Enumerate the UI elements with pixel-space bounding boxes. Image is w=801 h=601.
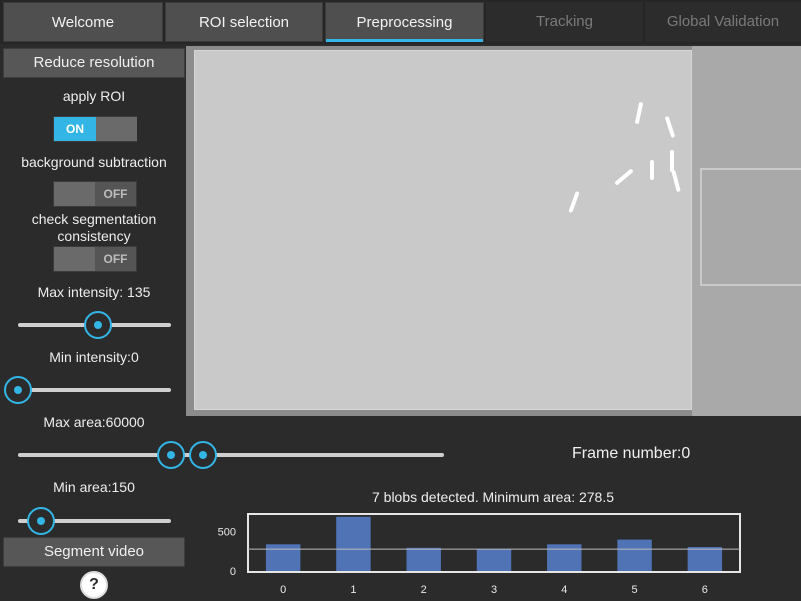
tab-welcome[interactable]: Welcome: [3, 2, 163, 42]
max-intensity-label: Max intensity: 135: [37, 284, 151, 300]
min-intensity-slider-thumb[interactable]: [4, 376, 32, 404]
fish-blob: [650, 160, 654, 180]
y-tick-label: 500: [218, 527, 236, 539]
toggle-on-text: ON: [54, 117, 96, 141]
apply-roi-label: apply ROI: [62, 88, 126, 104]
toggle-knob: [96, 117, 137, 141]
background-subtraction-toggle[interactable]: OFF: [53, 181, 137, 207]
toggle-off-text: OFF: [103, 187, 128, 201]
y-tick-label: 0: [230, 566, 236, 578]
x-tick-label: 1: [350, 584, 356, 596]
min-area-label: Min area:150: [53, 479, 135, 495]
min-area-slider-thumb[interactable]: [27, 507, 55, 535]
min-area-range-thumb[interactable]: [189, 441, 217, 469]
tab-bar: Welcome ROI selection Preprocessing Trac…: [0, 0, 801, 44]
video-preview: [186, 46, 801, 416]
histogram-bar: [265, 544, 301, 571]
blob-histogram-title: 7 blobs detected. Minimum area: 278.5: [371, 489, 615, 505]
max-area-label: Max area:60000: [43, 414, 145, 430]
side-chamber: [700, 168, 801, 286]
tank-image: [194, 50, 692, 410]
x-tick-label: 0: [280, 584, 286, 596]
background-subtraction-label: background subtraction: [21, 154, 167, 170]
toggle-knob: [54, 182, 95, 206]
x-tick-label: 2: [421, 584, 427, 596]
help-button[interactable]: ?: [80, 571, 108, 599]
tab-global-validation[interactable]: Global Validation: [645, 2, 801, 42]
x-tick-label: 4: [561, 584, 567, 596]
toggle-off-text: OFF: [103, 252, 128, 266]
check-segmentation-label: check segmentation consistency: [31, 211, 157, 244]
toggle-knob: [54, 247, 95, 271]
histogram-bar: [406, 547, 441, 571]
max-intensity-slider-thumb[interactable]: [84, 311, 112, 339]
blob-area-histogram: 0 1 2 3 4 5 6 0 500: [218, 513, 741, 596]
area-range-slider[interactable]: [18, 453, 444, 457]
frame-number-label: Frame number:0: [572, 445, 691, 462]
tab-tracking[interactable]: Tracking: [486, 2, 643, 42]
histogram-bar: [336, 516, 371, 571]
x-tick-label: 5: [632, 584, 638, 596]
min-intensity-slider[interactable]: [18, 388, 171, 392]
reduce-resolution-button[interactable]: Reduce resolution: [3, 48, 185, 78]
fish-blob: [670, 150, 674, 172]
histogram-bar: [687, 547, 723, 571]
histogram-bar: [476, 549, 512, 571]
tab-roi-selection[interactable]: ROI selection: [165, 2, 323, 42]
min-intensity-label: Min intensity:0: [49, 349, 139, 365]
tab-preprocessing[interactable]: Preprocessing: [325, 2, 484, 42]
x-tick-label: 6: [702, 584, 708, 596]
x-tick-label: 3: [491, 584, 497, 596]
check-segmentation-toggle[interactable]: OFF: [53, 246, 137, 272]
apply-roi-toggle[interactable]: ON: [53, 116, 137, 142]
histogram-bar: [547, 544, 582, 571]
histogram-bar: [617, 539, 652, 571]
segment-video-button[interactable]: Segment video: [3, 537, 185, 567]
max-area-slider-thumb[interactable]: [157, 441, 185, 469]
